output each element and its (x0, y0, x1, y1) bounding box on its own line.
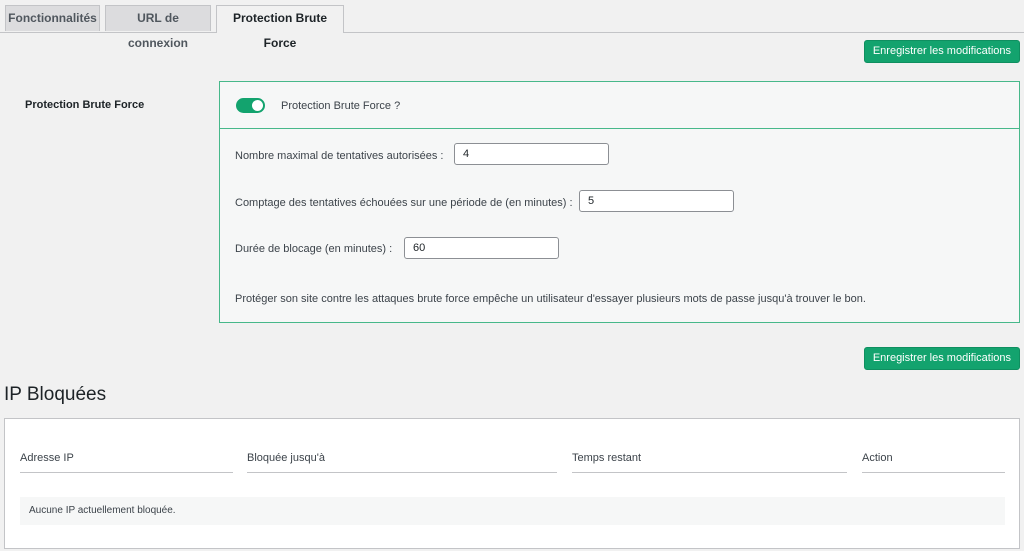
save-button-top[interactable]: Enregistrer les modifications (863, 40, 1020, 63)
save-button-bottom[interactable]: Enregistrer les modifications (863, 347, 1020, 370)
blocked-ip-title: IP Bloquées (4, 384, 107, 405)
column-header-ip: Adresse IP (20, 452, 233, 473)
brute-force-toggle[interactable] (236, 98, 265, 113)
lockout-duration-input[interactable] (404, 237, 559, 259)
tab-bar: Fonctionnalités URL de connexion Protect… (0, 0, 1024, 50)
max-attempts-input[interactable] (454, 143, 609, 165)
column-header-time-remaining: Temps restant (572, 452, 847, 473)
brute-force-panel: Protection Brute Force ? Nombre maximal … (219, 81, 1020, 323)
attempt-window-label: Comptage des tentatives échouées sur une… (235, 197, 573, 209)
toggle-knob (252, 100, 263, 111)
column-header-action: Action (862, 452, 1005, 473)
tab-protection-brute-force[interactable]: Protection Brute Force (216, 5, 344, 50)
blocked-ip-table: Adresse IP Bloquée jusqu'à Temps restant… (4, 418, 1020, 549)
column-header-blocked-until: Bloquée jusqu'à (247, 452, 557, 473)
lockout-duration-label: Durée de blocage (en minutes) : (235, 243, 393, 255)
attempt-window-input[interactable] (579, 190, 734, 212)
empty-table-message: Aucune IP actuellement bloquée. (20, 497, 1005, 525)
panel-header: Protection Brute Force ? (220, 82, 1019, 129)
tab-url-connexion[interactable]: URL de connexion (105, 5, 211, 50)
max-attempts-label: Nombre maximal de tentatives autorisées … (235, 150, 444, 162)
help-text: Protéger son site contre les attaques br… (235, 293, 866, 305)
toggle-label: Protection Brute Force ? (281, 100, 401, 112)
tab-fonctionnalites[interactable]: Fonctionnalités (5, 5, 100, 31)
section-label: Protection Brute Force (25, 99, 145, 111)
